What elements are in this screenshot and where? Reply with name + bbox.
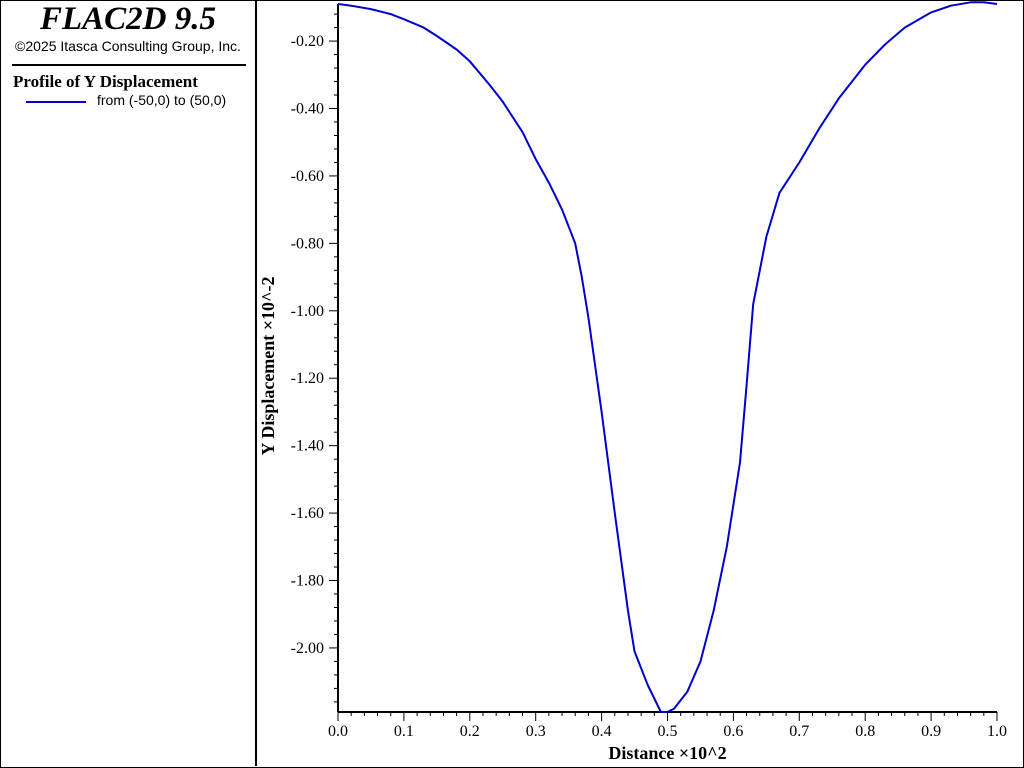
chart-canvas: 0.0 0.1 0.2 0.3 0.4 0.5 0.6 0.7 0.8 0.9 1.0 -0.20 -0… [258,1,1007,763]
x-axis-title: Distance ×10^2 [608,743,726,763]
y-tick-label: -1.40 [291,438,324,455]
axis-tick-labels: 0.0 0.1 0.2 0.3 0.4 0.5 0.6 0.7 0.8 0.9 1.0 -0.20 -0… [291,33,1007,740]
x-tick-label: 0.5 [658,723,678,740]
y-tick-label: -1.60 [291,505,324,522]
x-tick-label: 0.8 [855,723,875,740]
y-tick-label: -0.20 [291,33,324,50]
axis-ticks [329,13,998,721]
y-tick-label: -1.20 [291,370,324,387]
y-tick-label: -0.40 [291,101,324,118]
series-line [337,1,998,713]
axes [337,4,997,713]
series-layer [337,1,998,713]
x-tick-label: 0.4 [592,723,612,740]
x-tick-label: 0.9 [921,723,941,740]
x-tick-label: 0.1 [394,723,414,740]
x-tick-label: 0.6 [723,723,743,740]
y-tick-label: -1.00 [291,303,324,320]
x-tick-label: 0.0 [328,723,348,740]
y-tick-label: -0.80 [291,235,324,252]
y-tick-label: -0.60 [291,168,324,185]
x-tick-label: 0.2 [460,723,480,740]
x-tick-label: 0.3 [526,723,546,740]
y-tick-label: -1.80 [291,573,324,590]
y-tick-label: -2.00 [291,640,324,657]
x-tick-label: 0.7 [789,723,809,740]
x-tick-label: 1.0 [987,723,1007,740]
y-axis-title: Y Displacement ×10^-2 [258,276,278,455]
